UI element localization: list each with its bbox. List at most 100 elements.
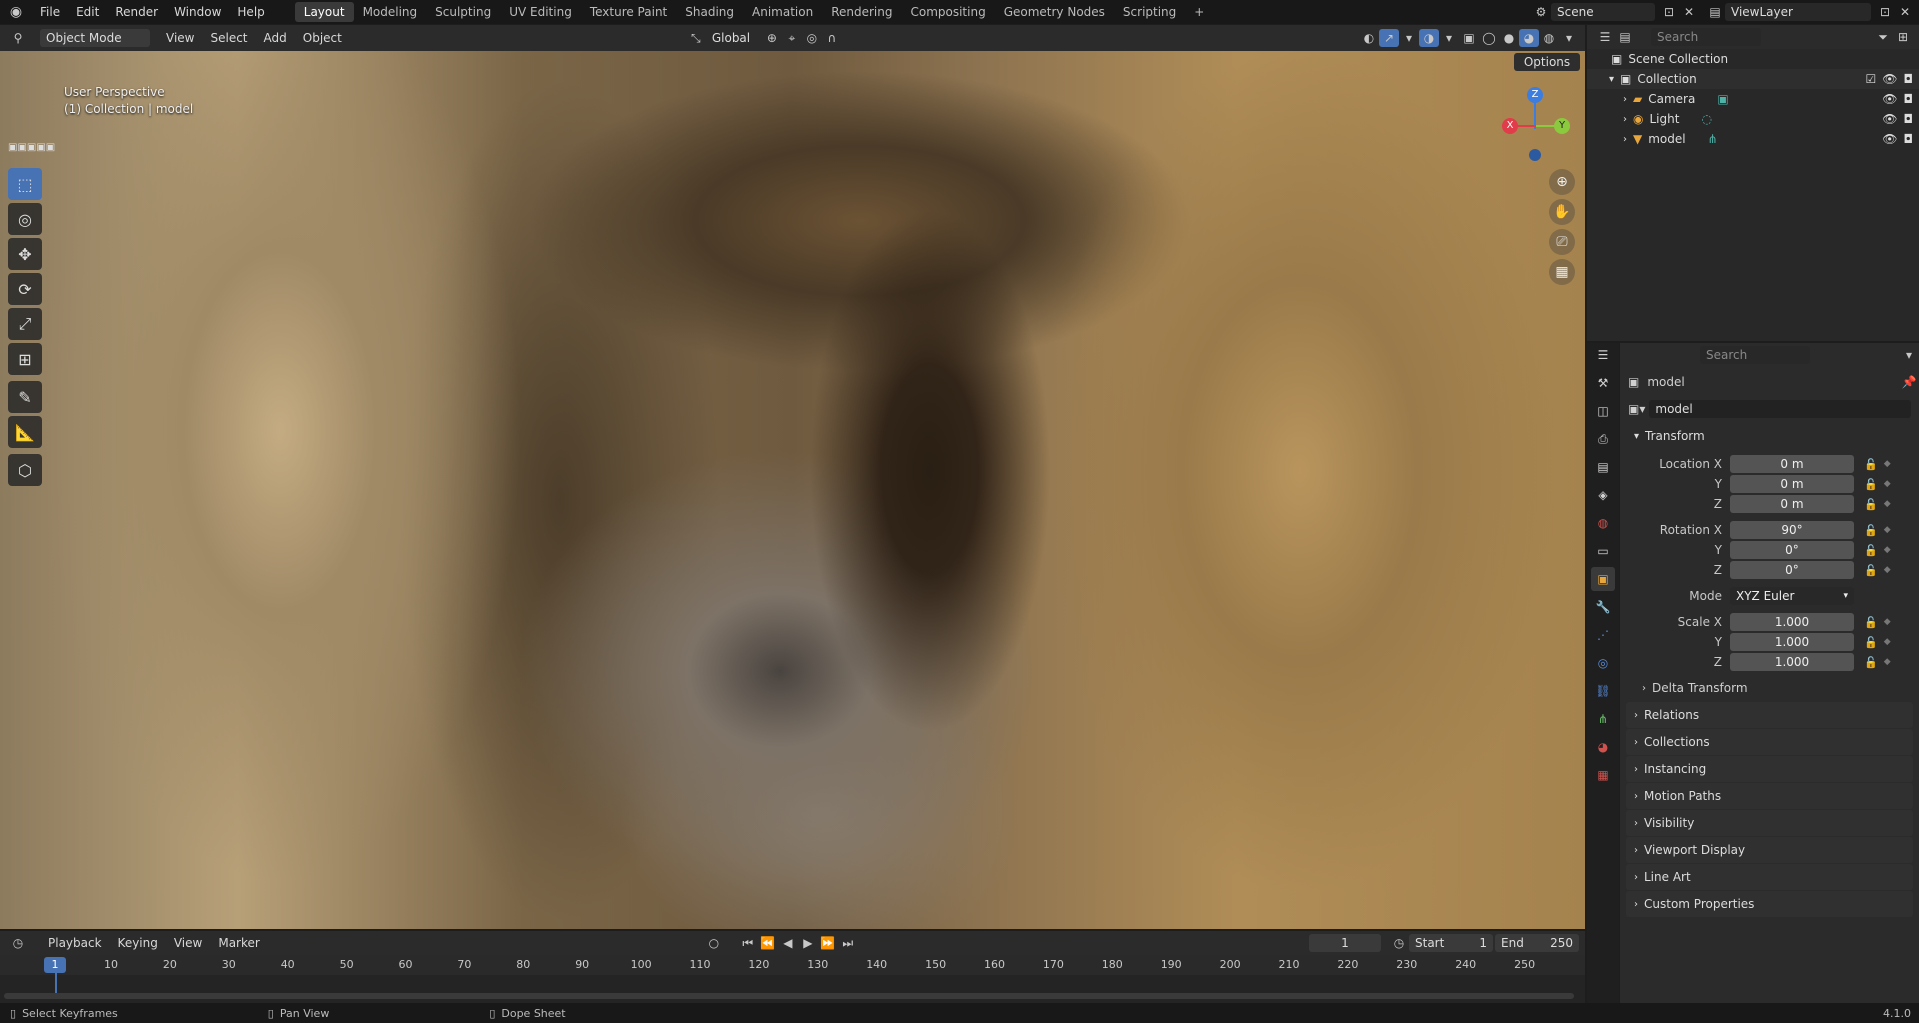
object-tab-icon[interactable]: ▣ <box>1591 567 1615 591</box>
gizmo-neg-z[interactable] <box>1529 149 1541 161</box>
jump-next-key-icon[interactable]: ⏩ <box>818 934 838 952</box>
solid-shading-icon[interactable]: ● <box>1499 29 1519 47</box>
menu-object[interactable]: Object <box>295 26 350 50</box>
current-frame-field[interactable]: 1 <box>1309 934 1381 952</box>
keyframe-scale-y-icon[interactable]: ◆ <box>1884 637 1891 647</box>
transform-icon[interactable]: ⊞ <box>8 343 42 375</box>
camera-data-icon[interactable]: ▣ <box>1717 92 1728 106</box>
rotate-icon[interactable]: ⟳ <box>8 273 42 305</box>
scene-tab-icon[interactable]: ◈ <box>1591 483 1615 507</box>
gizmo-options-icon[interactable]: ▾ <box>1399 29 1419 47</box>
expand-collection-icon[interactable]: ▾ <box>1609 74 1614 85</box>
light-data-icon[interactable]: ◌ <box>1701 112 1711 126</box>
rotation-z-field[interactable]: 0° <box>1730 561 1854 579</box>
output-tab-icon[interactable]: ⎙ <box>1591 427 1615 451</box>
keyframe-location-z-icon[interactable]: ◆ <box>1884 499 1891 509</box>
tab-layout[interactable]: Layout <box>294 2 354 22</box>
tab-rendering[interactable]: Rendering <box>822 2 901 22</box>
display-mode-icon[interactable]: ▤ <box>1615 28 1635 46</box>
visibility-icon[interactable]: ◐ <box>1359 29 1379 47</box>
properties-search-input[interactable]: Search <box>1700 346 1810 364</box>
menu-playback[interactable]: Playback <box>40 931 110 955</box>
collection-eye-icon[interactable]: 👁 <box>1882 72 1897 86</box>
blender-logo-icon[interactable]: ◉ <box>6 3 26 21</box>
jump-prev-key-icon[interactable]: ⏪ <box>758 934 778 952</box>
options-button[interactable]: Options <box>1514 53 1580 71</box>
keyframe-location-x-icon[interactable]: ◆ <box>1884 459 1891 469</box>
keyframe-rotation-y-icon[interactable]: ◆ <box>1884 545 1891 555</box>
lock-rotation-x-icon[interactable]: 🔓 <box>1864 524 1878 537</box>
tab-shading[interactable]: Shading <box>676 2 743 22</box>
scene-selector[interactable]: Scene <box>1551 3 1655 21</box>
cursor-icon[interactable]: ◎ <box>8 203 42 235</box>
annotate-icon[interactable]: ✎ <box>8 381 42 413</box>
panel-viewport-display[interactable]: › Viewport Display <box>1626 837 1913 863</box>
tab-animation[interactable]: Animation <box>743 2 822 22</box>
panel-line-art[interactable]: › Line Art <box>1626 864 1913 890</box>
menu-window[interactable]: Window <box>166 0 229 24</box>
model-render-icon[interactable]: ◘ <box>1904 132 1914 146</box>
data-tab-icon[interactable]: ⋔ <box>1591 707 1615 731</box>
collection-tab-icon[interactable]: ▭ <box>1591 539 1615 563</box>
panel-relations[interactable]: › Relations <box>1626 702 1913 728</box>
timeline-body[interactable]: 1 10 20 30 40 50 60 70 80 90 100 110 120 130 140 150 16… <box>0 955 1585 1003</box>
object-name-field[interactable]: model <box>1649 400 1911 418</box>
proportional-edit-icon[interactable]: ◎ <box>802 29 822 47</box>
menu-marker[interactable]: Marker <box>210 931 267 955</box>
material-shading-icon[interactable]: ◕ <box>1519 29 1539 47</box>
scene-icon[interactable]: ⚙ <box>1531 3 1551 21</box>
filter-icon[interactable]: ⏷ <box>1873 28 1893 46</box>
rendered-shading-icon[interactable]: ◍ <box>1539 29 1559 47</box>
overlay-options-icon[interactable]: ▾ <box>1439 29 1459 47</box>
outliner-row-collection[interactable]: ▾ ▣ Collection ☑ 👁 ◘ <box>1587 69 1919 89</box>
light-render-icon[interactable]: ◘ <box>1904 112 1914 126</box>
render-tab-icon[interactable]: ◫ <box>1591 399 1615 423</box>
tab-uv-editing[interactable]: UV Editing <box>500 2 581 22</box>
expand-camera-icon[interactable]: › <box>1623 94 1627 105</box>
particles-tab-icon[interactable]: ⋰ <box>1591 623 1615 647</box>
snap-icon[interactable]: ⌖ <box>782 29 802 47</box>
tab-compositing[interactable]: Compositing <box>901 2 994 22</box>
keyframe-location-y-icon[interactable]: ◆ <box>1884 479 1891 489</box>
tab-modeling[interactable]: Modeling <box>354 2 427 22</box>
rotation-mode-dropdown[interactable]: XYZ Euler ▾ <box>1730 587 1854 605</box>
orientation-icon[interactable]: ⤡ <box>686 29 706 47</box>
jump-start-icon[interactable]: ⏮ <box>738 934 758 952</box>
timeline-scrollbar[interactable] <box>4 993 1574 999</box>
outliner-editor-icon[interactable]: ☰ <box>1595 28 1615 46</box>
camera-render-icon[interactable]: ◘ <box>1904 92 1914 106</box>
falloff-icon[interactable]: ∩ <box>822 29 842 47</box>
panel-instancing[interactable]: › Instancing <box>1626 756 1913 782</box>
outliner-row-scene-collection[interactable]: ▣ Scene Collection <box>1587 49 1919 69</box>
expand-model-icon[interactable]: › <box>1623 134 1627 145</box>
lock-scale-z-icon[interactable]: 🔓 <box>1864 656 1878 669</box>
transform-panel-header[interactable]: ▾ Transform <box>1626 423 1913 449</box>
gizmo-toggle-icon[interactable]: ↗ <box>1379 29 1399 47</box>
outliner-search-input[interactable]: Search <box>1651 28 1761 46</box>
camera-view-icon[interactable]: ⎚ <box>1549 229 1575 255</box>
play-icon[interactable]: ▶ <box>798 934 818 952</box>
outliner-row-light[interactable]: › ◉ Light ◌ 👁 ◘ <box>1587 109 1919 129</box>
perspective-grid-icon[interactable]: ▦ <box>1549 259 1575 285</box>
collection-render-icon[interactable]: ◘ <box>1904 72 1914 86</box>
outliner-row-model[interactable]: › ▼ model ⋔ 👁 ◘ <box>1587 129 1919 149</box>
scale-x-field[interactable]: 1.000 <box>1730 613 1854 631</box>
preview-range-icon[interactable]: ◷ <box>1389 934 1409 952</box>
keyframe-rotation-z-icon[interactable]: ◆ <box>1884 565 1891 575</box>
camera-eye-icon[interactable]: 👁 <box>1882 92 1897 106</box>
menu-select[interactable]: Select <box>202 26 255 50</box>
pan-hand-icon[interactable]: ✋ <box>1549 199 1575 225</box>
select-box-icon[interactable]: ⬚ <box>8 168 42 200</box>
lock-rotation-z-icon[interactable]: 🔓 <box>1864 564 1878 577</box>
auto-keying-icon[interactable]: ○ <box>704 934 724 952</box>
panel-custom-properties[interactable]: › Custom Properties <box>1626 891 1913 917</box>
model-eye-icon[interactable]: 👁 <box>1882 132 1897 146</box>
menu-timeline-view[interactable]: View <box>166 931 210 955</box>
editor-type-icon[interactable]: ⚲ <box>8 29 28 47</box>
location-y-field[interactable]: 0 m <box>1730 475 1854 493</box>
gizmo-z-label[interactable]: Z <box>1527 87 1543 103</box>
add-workspace-button[interactable]: + <box>1185 2 1213 22</box>
lock-scale-x-icon[interactable]: 🔓 <box>1864 616 1878 629</box>
delta-transform-subpanel[interactable]: › Delta Transform <box>1620 678 1919 698</box>
expand-light-icon[interactable]: › <box>1623 114 1627 125</box>
